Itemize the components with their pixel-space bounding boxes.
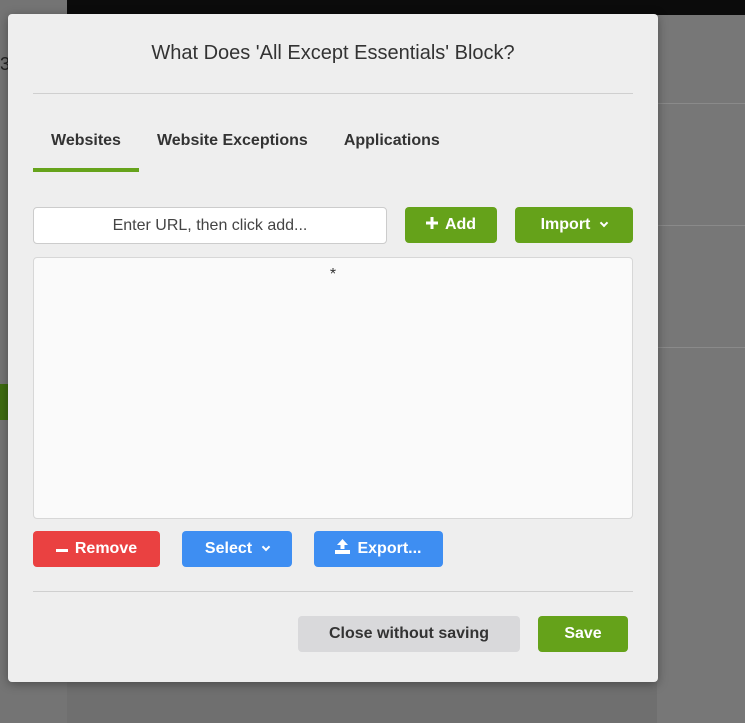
dialog-title: What Does 'All Except Essentials' Block?: [151, 42, 515, 64]
background-divider: [657, 225, 745, 226]
url-input[interactable]: [33, 207, 387, 244]
background-divider: [657, 347, 745, 348]
select-button[interactable]: Select: [182, 531, 292, 567]
close-without-saving-button[interactable]: Close without saving: [298, 616, 520, 652]
background-green-button: [0, 384, 8, 420]
upload-icon: [335, 539, 351, 559]
background-topbar: [67, 0, 745, 15]
chevron-down-icon: [261, 542, 271, 552]
minus-icon: [55, 540, 68, 558]
add-button[interactable]: Add: [405, 207, 497, 243]
plus-icon: [425, 216, 438, 234]
save-button[interactable]: Save: [538, 616, 628, 652]
tab-applications[interactable]: Applications: [326, 128, 458, 172]
footer-divider: [33, 591, 633, 592]
remove-button-label: Remove: [74, 540, 138, 557]
block-list-dialog: What Does 'All Except Essentials' Block?…: [8, 14, 658, 682]
website-list[interactable]: *: [33, 257, 633, 519]
export-button[interactable]: Export...: [314, 531, 443, 567]
close-button-label: Close without saving: [328, 625, 489, 642]
select-button-label: Select: [204, 540, 253, 557]
title-divider: [33, 93, 633, 94]
tab-website-exceptions[interactable]: Website Exceptions: [139, 128, 326, 172]
remove-button[interactable]: Remove: [33, 531, 160, 567]
chevron-down-icon: [600, 218, 609, 228]
export-button-label: Export...: [357, 540, 422, 557]
background-divider: [657, 103, 745, 104]
add-button-label: Add: [444, 216, 477, 233]
background-content: [657, 15, 745, 723]
import-button[interactable]: Import: [515, 207, 633, 243]
list-item[interactable]: *: [34, 258, 632, 284]
tab-bar: Websites Website Exceptions Applications: [33, 128, 458, 172]
import-button-label: Import: [540, 216, 591, 233]
tab-websites[interactable]: Websites: [33, 128, 139, 172]
save-button-label: Save: [564, 625, 602, 642]
